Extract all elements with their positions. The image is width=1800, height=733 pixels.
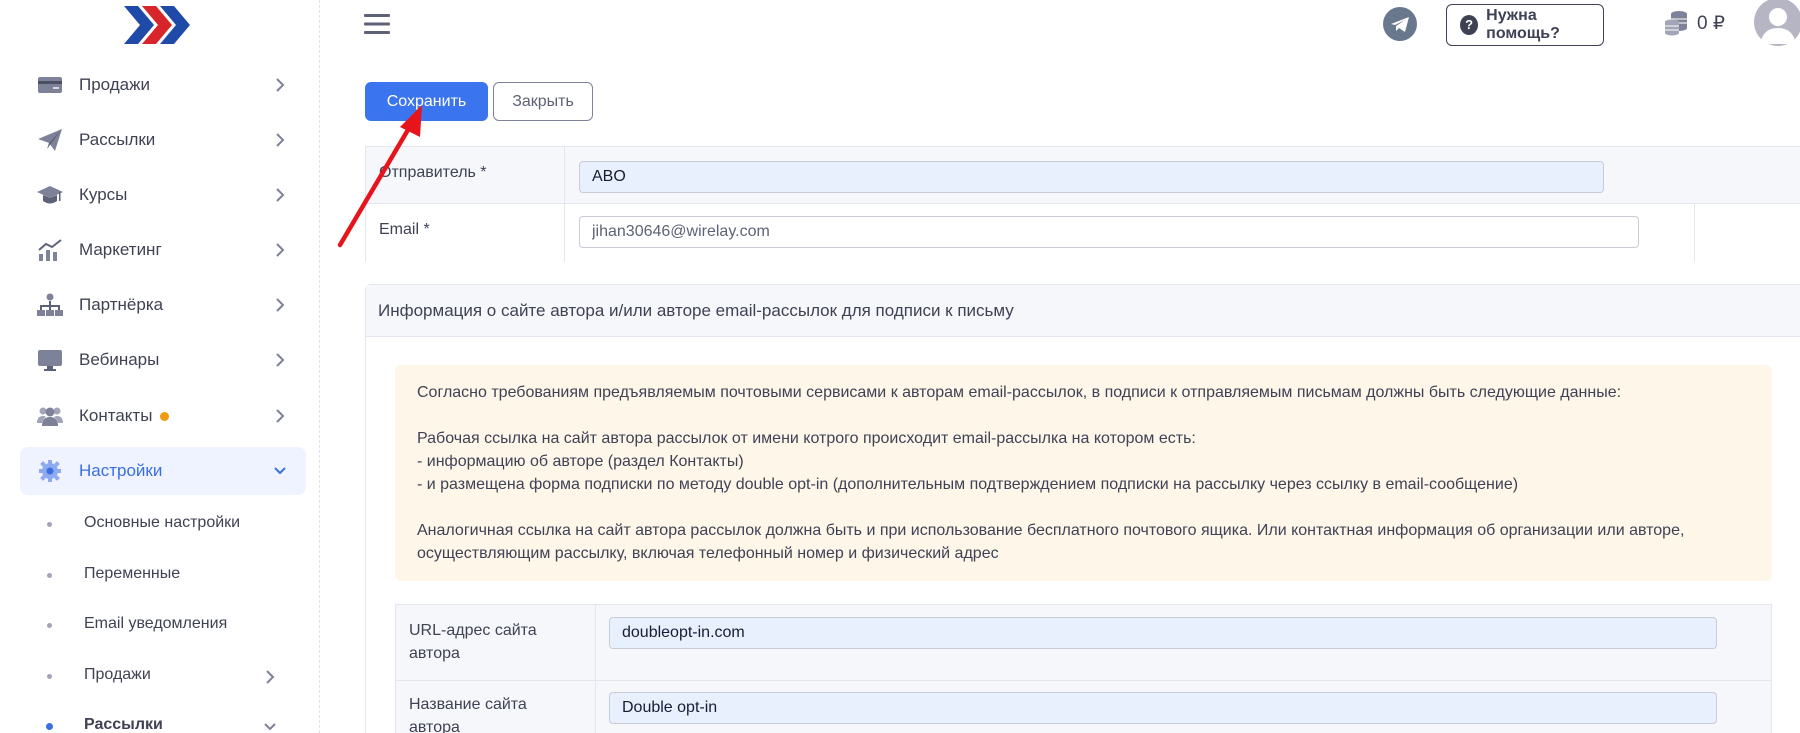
paper-plane-icon [38, 129, 62, 151]
sidebar-subitem-email-notifications[interactable]: Email уведомления [20, 605, 306, 645]
help-button[interactable]: ? Нужна помощь? [1446, 4, 1604, 46]
telegram-icon [1391, 17, 1409, 32]
chevron-right-icon [276, 409, 285, 423]
site-info-table: URL-адрес сайта автора Название сайта ав… [395, 604, 1772, 733]
question-icon: ? [1460, 15, 1479, 35]
chevron-down-icon [274, 467, 286, 475]
notice-text: Рабочая ссылка на сайт автора рассылок о… [417, 430, 1196, 447]
sidebar-subitem-variables[interactable]: Переменные [20, 555, 306, 595]
bullet [47, 522, 52, 527]
graduation-cap-icon [37, 186, 63, 204]
table-divider [1694, 204, 1695, 262]
bullet [46, 723, 53, 730]
coins-icon [1665, 11, 1687, 36]
sidebar: Продажи Рассылки Курсы Маркетинг Партнёр… [0, 0, 320, 733]
site-name-label: Название сайта автора [409, 696, 527, 733]
sidebar-item-label: Маркетинг [79, 240, 162, 259]
table-divider [595, 605, 596, 733]
sidebar-subitem-general-settings[interactable]: Основные настройки [20, 504, 306, 544]
chevron-right-icon [276, 133, 285, 147]
users-icon [37, 407, 63, 426]
sidebar-subitem-label: Основные настройки [84, 514, 241, 531]
chevron-right-icon [276, 243, 285, 257]
menu-icon[interactable] [364, 12, 390, 36]
chevron-right-icon [276, 298, 285, 312]
sender-label: Отправитель * [379, 164, 487, 181]
notice-text: - информацию об авторе (раздел Контакты) [417, 453, 744, 470]
url-input[interactable] [609, 617, 1717, 649]
sidebar-item-webinars[interactable]: Вебинары [20, 336, 306, 384]
chevron-right-icon [276, 78, 285, 92]
sidebar-item-label: Курсы [79, 185, 128, 204]
telegram-button[interactable] [1383, 7, 1417, 41]
sidebar-item-marketing[interactable]: Маркетинг [20, 226, 306, 274]
sidebar-subitem-label: Переменные [84, 565, 181, 582]
sidebar-item-mailings[interactable]: Рассылки [20, 116, 306, 164]
card-header: Информация о сайте автора и/или авторе e… [366, 285, 1800, 337]
logo[interactable] [124, 4, 192, 46]
author-info-card: Информация о сайте автора и/или авторе e… [365, 284, 1800, 733]
notice-text: - и размещена форма подписки по методу d… [417, 476, 1519, 493]
sidebar-item-contacts[interactable]: Контакты [20, 392, 306, 440]
notice-text: Аналогичная ссылка на сайт автора рассыл… [417, 522, 1685, 562]
chevron-right-icon [276, 353, 285, 367]
email-input[interactable] [579, 216, 1639, 248]
site-name-row: Название сайта автора [396, 681, 1771, 733]
sidebar-item-settings[interactable]: Настройки [20, 447, 306, 495]
close-button[interactable]: Закрыть [493, 82, 593, 121]
save-button[interactable]: Сохранить [365, 82, 488, 121]
chevron-right-icon [276, 188, 285, 202]
balance: 0 ₽ [1697, 13, 1725, 34]
sidebar-subitem-label: Продажи [84, 666, 151, 683]
avatar-icon [1754, 0, 1800, 46]
bullet [47, 674, 52, 679]
url-label: URL-адрес сайта автора [409, 622, 537, 662]
notification-dot [160, 412, 169, 421]
sidebar-item-sales[interactable]: Продажи [20, 61, 306, 109]
table-divider [564, 147, 565, 262]
sidebar-item-partners[interactable]: Партнёрка [20, 281, 306, 329]
url-row: URL-адрес сайта автора [396, 605, 1771, 681]
email-label: Email * [379, 221, 430, 238]
sender-row: Отправитель * [366, 147, 1800, 204]
chevron-right-icon [266, 670, 275, 684]
notice-text: Согласно требованиям предъявляемым почто… [417, 384, 1622, 401]
site-name-input[interactable] [609, 692, 1717, 724]
bullet [47, 573, 52, 578]
monitor-icon [38, 350, 62, 371]
sidebar-subitem-mailings[interactable]: Рассылки [20, 706, 306, 733]
credit-card-icon [38, 77, 62, 93]
sender-input[interactable] [579, 161, 1604, 193]
sidebar-item-label: Контакты [79, 406, 153, 425]
sitemap-icon [37, 293, 63, 316]
card-title: Информация о сайте автора и/или авторе e… [378, 301, 1014, 320]
notice-box: Согласно требованиям предъявляемым почто… [395, 365, 1772, 581]
sidebar-subitem-sales[interactable]: Продажи [20, 656, 306, 696]
sidebar-item-label: Партнёрка [79, 295, 164, 314]
help-button-label: Нужна помощь? [1486, 7, 1560, 42]
email-row: Email * [366, 204, 1800, 262]
avatar[interactable] [1754, 0, 1800, 48]
sidebar-subitem-label: Email уведомления [84, 615, 228, 632]
sidebar-subitem-label: Рассылки [84, 716, 163, 733]
bullet [47, 623, 52, 628]
gear-icon [39, 460, 61, 482]
sidebar-item-label: Настройки [79, 461, 163, 480]
sidebar-item-courses[interactable]: Курсы [20, 171, 306, 219]
sidebar-item-label: Рассылки [79, 130, 156, 149]
chart-icon [38, 239, 62, 261]
sidebar-item-label: Продажи [79, 75, 150, 94]
chevron-down-icon [264, 723, 276, 731]
sender-table: Отправитель * Email * [365, 146, 1800, 262]
sidebar-item-label: Вебинары [79, 350, 160, 369]
